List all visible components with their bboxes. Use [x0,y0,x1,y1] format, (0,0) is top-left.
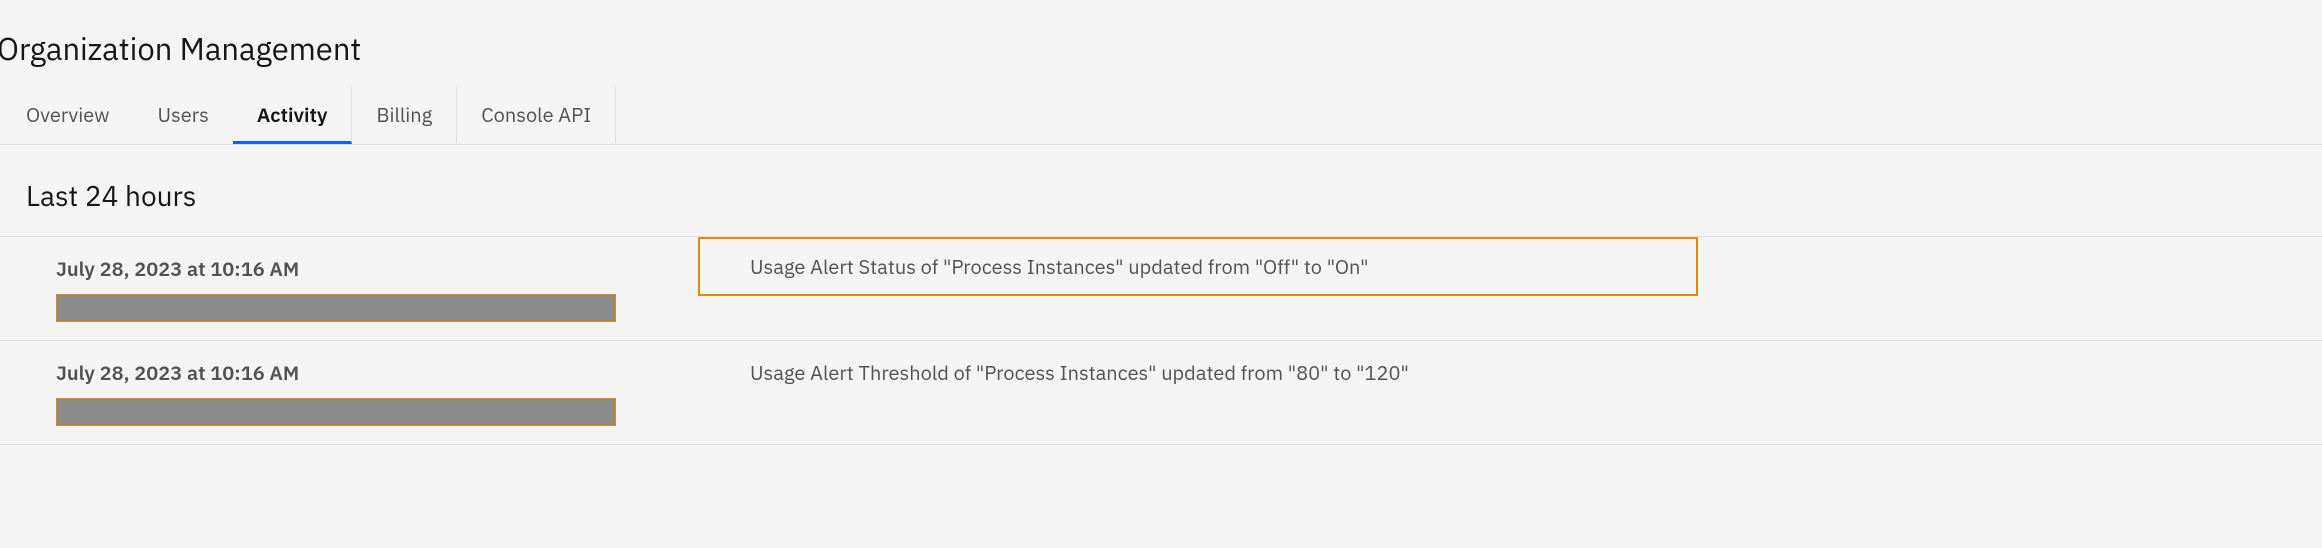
activity-timestamp: July 28, 2023 at 10:16 AM [56,255,700,282]
activity-user-redacted [56,294,616,322]
activity-highlight-box: Usage Alert Status of "Process Instances… [698,237,1698,296]
tab-overview[interactable]: Overview [0,87,133,144]
tab-activity[interactable]: Activity [233,87,353,144]
tabs-navigation: Overview Users Activity Billing Console … [0,87,2322,145]
section-heading: Last 24 hours [0,145,2322,236]
activity-message: Usage Alert Threshold of "Process Instan… [750,359,1409,386]
activity-message: Usage Alert Status of "Process Instances… [750,253,1369,280]
activity-user-redacted [56,398,616,426]
tab-console-api[interactable]: Console API [457,87,616,144]
tab-billing[interactable]: Billing [352,87,457,144]
activity-row: July 28, 2023 at 10:16 AM Usage Alert St… [0,236,2322,340]
activity-row: July 28, 2023 at 10:16 AM Usage Alert Th… [0,340,2322,445]
tab-users[interactable]: Users [133,87,232,144]
activity-row-left: July 28, 2023 at 10:16 AM [0,237,700,340]
activity-list: July 28, 2023 at 10:16 AM Usage Alert St… [0,236,2322,445]
organization-management-page: Organization Management Overview Users A… [0,0,2322,445]
activity-row-right: Usage Alert Status of "Process Instances… [700,237,2322,314]
activity-row-right: Usage Alert Threshold of "Process Instan… [700,341,2322,404]
activity-row-left: July 28, 2023 at 10:16 AM [0,341,700,444]
page-title: Organization Management [0,0,2322,87]
activity-timestamp: July 28, 2023 at 10:16 AM [56,359,700,386]
